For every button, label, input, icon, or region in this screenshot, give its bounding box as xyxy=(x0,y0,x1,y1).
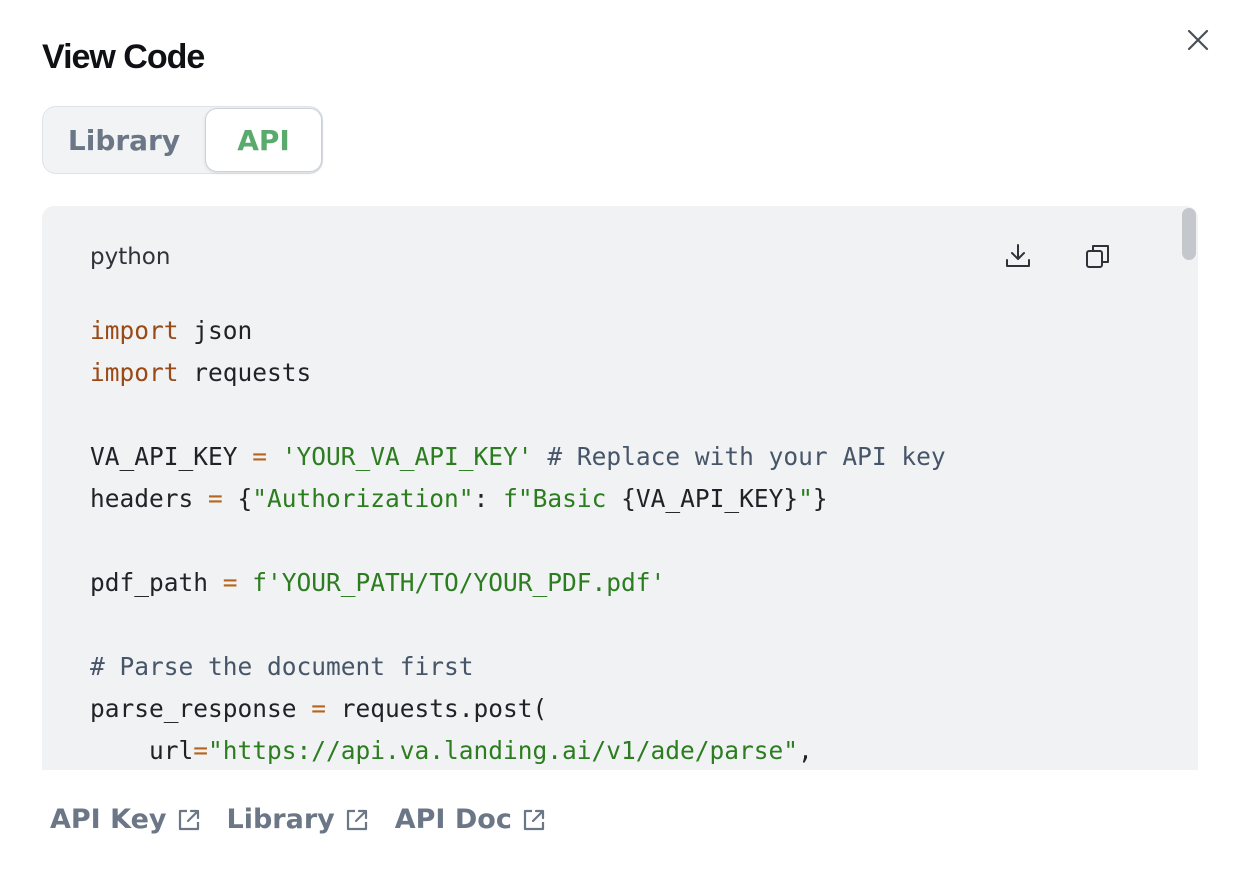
code-token: = xyxy=(252,442,268,471)
api-doc-link[interactable]: API Doc xyxy=(395,804,546,835)
code-token: # Parse the document first xyxy=(90,652,474,681)
code-token: "https://api.va.landing.ai/v1/ade/parse" xyxy=(208,736,799,765)
tab-library[interactable]: Library xyxy=(43,107,205,173)
code-token: : xyxy=(473,484,504,513)
scrollbar-track[interactable] xyxy=(1180,206,1198,770)
code-line: import json xyxy=(90,310,946,352)
code-token: " xyxy=(798,484,813,513)
code-token: url xyxy=(90,736,194,765)
api-key-link-label: API Key xyxy=(50,804,167,835)
tab-switcher: Library API xyxy=(42,106,323,174)
code-token: {VA_API_KEY} xyxy=(621,484,799,513)
tab-api[interactable]: API xyxy=(205,108,322,172)
api-key-link[interactable]: API Key xyxy=(50,804,201,835)
external-link-icon xyxy=(345,808,369,832)
code-token: f'YOUR_PATH/TO/YOUR_PDF.pdf' xyxy=(252,568,666,597)
library-link-label: Library xyxy=(226,804,335,835)
dialog-title: View Code xyxy=(42,38,205,76)
external-link-icon xyxy=(177,808,201,832)
code-token: requests xyxy=(178,358,312,387)
code-token: = xyxy=(311,694,327,723)
copy-button[interactable] xyxy=(1084,242,1112,270)
code-language-label: python xyxy=(90,244,171,270)
code-token: pdf_path xyxy=(90,568,223,597)
code-token: VA_API_KEY xyxy=(90,442,253,471)
code-line: pdf_path = f'YOUR_PATH/TO/YOUR_PDF.pdf' xyxy=(90,562,946,604)
code-line: VA_API_KEY = 'YOUR_VA_API_KEY' # Replace… xyxy=(90,436,946,478)
code-token: headers xyxy=(90,484,209,513)
download-button[interactable] xyxy=(1004,242,1032,270)
download-icon xyxy=(1006,244,1030,267)
code-line: import requests xyxy=(90,352,946,394)
code-token: import xyxy=(90,358,179,387)
code-token: 'YOUR_VA_API_KEY' xyxy=(281,442,533,471)
code-token: requests.post( xyxy=(326,694,548,723)
code-block: python import json import requests VA_API… xyxy=(42,206,1198,770)
code-token: "Authorization" xyxy=(252,484,474,513)
close-button[interactable] xyxy=(1183,25,1213,55)
code-line: headers = {"Authorization": f"Basic {VA_… xyxy=(90,478,946,520)
code-token: import xyxy=(90,316,179,345)
code-token: } xyxy=(812,484,828,513)
view-code-dialog: View Code Library API python import json… xyxy=(0,0,1234,870)
copy-icon xyxy=(1086,245,1109,268)
library-link[interactable]: Library xyxy=(227,804,369,835)
code-token: = xyxy=(222,568,238,597)
footer-links: API Key Library API Doc xyxy=(50,804,572,835)
api-doc-link-label: API Doc xyxy=(394,804,512,835)
external-link-icon xyxy=(522,808,546,832)
code-line: url="https://api.va.landing.ai/v1/ade/pa… xyxy=(90,730,946,770)
code-content: import json import requests VA_API_KEY = … xyxy=(90,310,946,770)
code-token: { xyxy=(222,484,253,513)
scrollbar-thumb[interactable] xyxy=(1182,208,1196,260)
code-line: # Parse the document first xyxy=(90,646,946,688)
code-token: f"Basic xyxy=(503,484,622,513)
code-line: parse_response = requests.post( xyxy=(90,688,946,730)
code-token: parse_response xyxy=(90,694,312,723)
code-token: , xyxy=(798,736,813,765)
code-token: = xyxy=(208,484,223,513)
code-token: json xyxy=(178,316,253,345)
close-icon xyxy=(1187,29,1209,51)
code-token: = xyxy=(193,736,209,765)
code-token: # Replace with your API key xyxy=(547,442,946,471)
